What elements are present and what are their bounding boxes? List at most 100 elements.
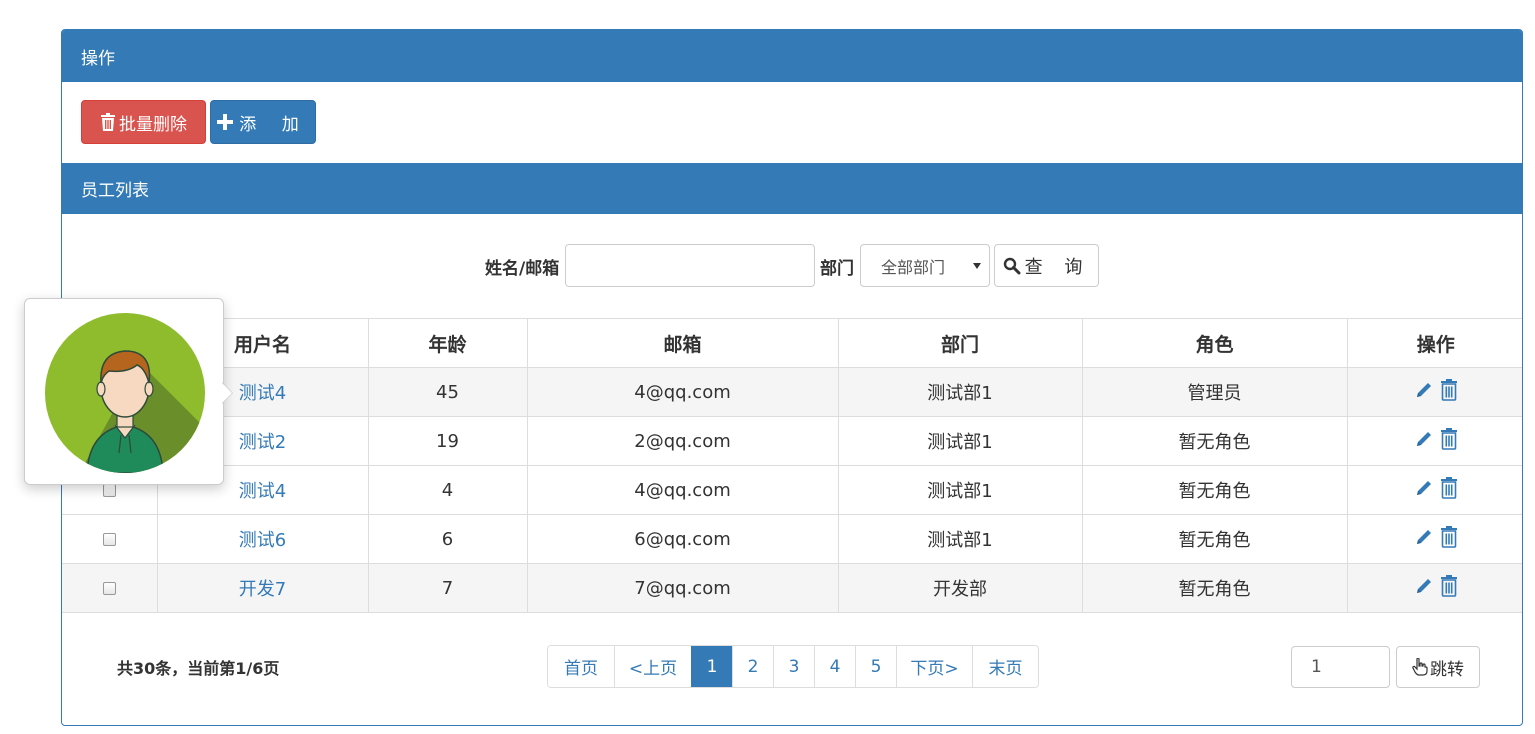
cell-role: 暂无角色 (1081, 416, 1348, 466)
cell-actions (1346, 416, 1522, 466)
search-icon (1003, 257, 1021, 274)
user-avatar-icon (45, 313, 205, 473)
cell-role: 管理员 (1081, 367, 1348, 417)
pencil-icon[interactable] (1414, 478, 1434, 498)
table-header-row: 用户名 年龄 邮箱 部门 角色 操作 (62, 318, 1522, 368)
edit-button[interactable] (1414, 478, 1434, 498)
batch-delete-label: 批量删除 (119, 114, 187, 135)
cell-actions (1346, 514, 1522, 564)
caret-down-icon (973, 263, 981, 269)
cell-email: 4@qq.com (526, 367, 839, 417)
edit-button[interactable] (1414, 527, 1434, 547)
cell-department: 测试部1 (837, 416, 1083, 466)
employee-table: 用户名 年龄 邮箱 部门 角色 操作 测试4 45 4@qq.com 测试部1 管理员测… (62, 318, 1522, 613)
page-link[interactable]: 1 (691, 646, 732, 687)
cell-actions (1346, 367, 1522, 417)
header-age: 年龄 (367, 318, 528, 368)
trash-icon[interactable] (1440, 526, 1458, 548)
edit-button[interactable] (1414, 429, 1434, 449)
delete-button[interactable] (1440, 428, 1458, 450)
panel-title-operations: 操作 (81, 48, 115, 69)
cell-role: 暂无角色 (1081, 514, 1348, 564)
popover-arrow-inner (222, 383, 232, 403)
jump-button[interactable]: 跳转 (1396, 646, 1480, 688)
add-label: 添 加 (239, 114, 309, 135)
pencil-icon[interactable] (1414, 527, 1434, 547)
cell-email: 4@qq.com (526, 465, 839, 515)
cell-age: 6 (367, 514, 528, 564)
row-checkbox[interactable] (102, 533, 116, 546)
department-selected: 全部部门 (881, 257, 946, 277)
edit-button[interactable] (1414, 576, 1434, 596)
cell-username[interactable]: 开发7 (156, 563, 369, 613)
cell-email: 6@qq.com (526, 514, 839, 564)
trash-icon (101, 113, 115, 131)
panel-header-employees: 员工列表 (62, 163, 1522, 214)
page-link[interactable]: 下页> (896, 646, 972, 687)
department-label: 部门 (820, 259, 854, 279)
delete-button[interactable] (1440, 526, 1458, 548)
cell-age: 19 (367, 416, 528, 466)
panel-title-employees: 员工列表 (81, 181, 149, 201)
page-link[interactable]: 3 (773, 646, 814, 687)
cell-email: 2@qq.com (526, 416, 839, 466)
jump-label: 跳转 (1430, 659, 1464, 680)
header-role: 角色 (1081, 318, 1348, 368)
pagination: 首页 <上页 1 2 3 4 5 下页> 末页 (547, 645, 1039, 688)
table-row: 测试4 45 4@qq.com 测试部1 管理员 (62, 367, 1522, 417)
department-select[interactable]: 全部部门 (860, 244, 990, 287)
query-label: 查 询 (1024, 256, 1091, 278)
cell-role: 暂无角色 (1081, 465, 1348, 515)
add-button[interactable]: 添 加 (210, 100, 316, 144)
delete-button[interactable] (1440, 379, 1458, 401)
delete-button[interactable] (1440, 477, 1458, 499)
header-actions: 操作 (1346, 318, 1522, 368)
name-email-label: 姓名/邮箱 (485, 259, 560, 279)
cell-age: 4 (367, 465, 528, 515)
pencil-icon[interactable] (1414, 576, 1434, 596)
page-link[interactable]: 末页 (972, 646, 1038, 687)
page-link[interactable]: 4 (814, 646, 855, 687)
header-email: 邮箱 (526, 318, 839, 368)
cell-username[interactable]: 测试6 (156, 514, 369, 564)
row-checkbox[interactable] (102, 582, 116, 595)
batch-delete-button[interactable]: 批量删除 (81, 100, 206, 144)
trash-icon[interactable] (1440, 428, 1458, 450)
row-checkbox-cell (62, 514, 158, 564)
panel-header-operations: 操作 (62, 30, 1522, 82)
page-link[interactable]: <上页 (614, 646, 691, 687)
trash-icon[interactable] (1440, 477, 1458, 499)
operations-panel: 操作 批量删除 添 加 员工列表 姓名/邮箱 部门 全部部门 查 询 用户名 年… (61, 29, 1523, 726)
jump-page-input[interactable]: 1 (1291, 646, 1390, 688)
page-link[interactable]: 5 (855, 646, 896, 687)
trash-icon[interactable] (1440, 575, 1458, 597)
cell-age: 45 (367, 367, 528, 417)
cell-department: 测试部1 (837, 514, 1083, 564)
delete-button[interactable] (1440, 575, 1458, 597)
pencil-icon[interactable] (1414, 429, 1434, 449)
pagination-summary: 共30条，当前第1/6页 (117, 659, 280, 678)
cell-role: 暂无角色 (1081, 563, 1348, 613)
edit-button[interactable] (1414, 380, 1434, 400)
table-row: 测试2 19 2@qq.com 测试部1 暂无角色 (62, 416, 1522, 466)
plus-icon (217, 114, 234, 130)
name-email-input[interactable] (565, 244, 815, 287)
page-link[interactable]: 首页 (548, 646, 614, 687)
page-link[interactable]: 2 (732, 646, 773, 687)
pencil-icon[interactable] (1414, 380, 1434, 400)
cell-actions (1346, 465, 1522, 515)
cell-department: 开发部 (837, 563, 1083, 613)
cell-department: 测试部1 (837, 465, 1083, 515)
table-row: 开发7 7 7@qq.com 开发部 暂无角色 (62, 563, 1522, 613)
hand-pointer-icon (1412, 658, 1428, 676)
cell-email: 7@qq.com (526, 563, 839, 613)
table-row: 测试6 6 6@qq.com 测试部1 暂无角色 (62, 514, 1522, 564)
cell-department: 测试部1 (837, 367, 1083, 417)
table-row: 测试4 4 4@qq.com 测试部1 暂无角色 (62, 465, 1522, 515)
trash-icon[interactable] (1440, 379, 1458, 401)
cell-age: 7 (367, 563, 528, 613)
query-button[interactable]: 查 询 (994, 244, 1099, 287)
avatar-popover (24, 298, 224, 485)
row-checkbox[interactable] (102, 484, 116, 497)
header-department: 部门 (837, 318, 1083, 368)
